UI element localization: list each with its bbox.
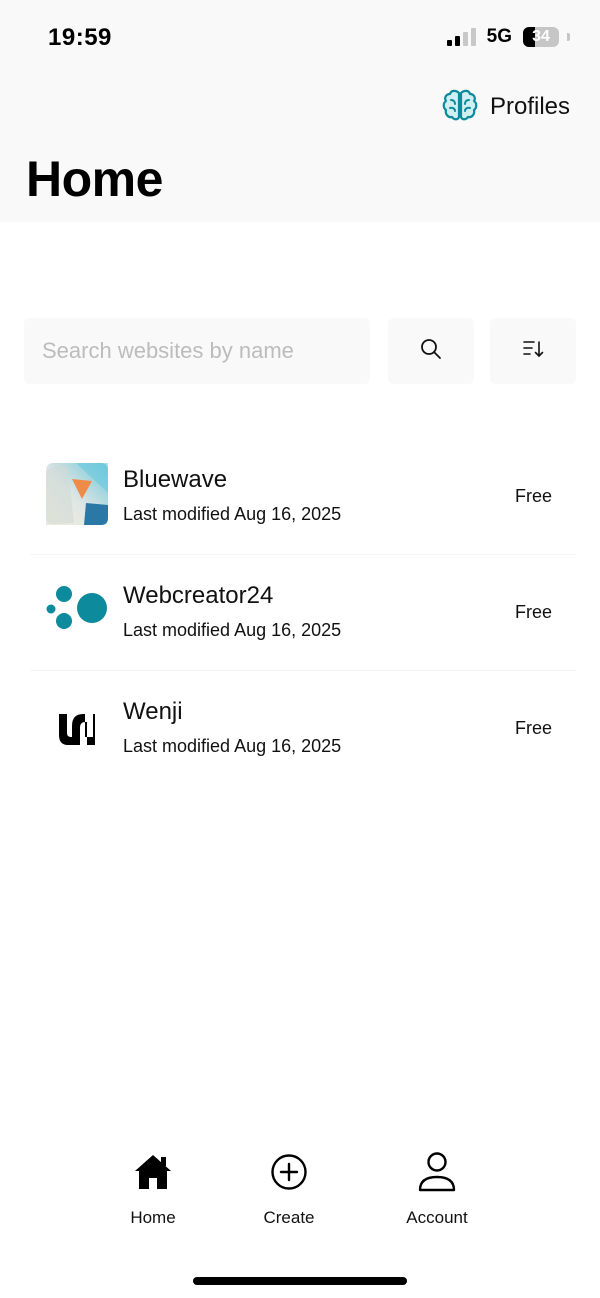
battery-level: 34 bbox=[532, 28, 550, 45]
nav-create[interactable]: Create bbox=[248, 1150, 330, 1228]
webcreator24-logo bbox=[46, 579, 108, 641]
search-button[interactable] bbox=[388, 318, 474, 384]
nav-home-label: Home bbox=[130, 1208, 176, 1227]
website-plan: Free bbox=[514, 486, 552, 506]
signal-icon bbox=[446, 28, 476, 46]
user-icon bbox=[415, 1150, 459, 1194]
nav-create-label: Create bbox=[263, 1208, 315, 1227]
page-header: Profiles Home bbox=[0, 76, 600, 222]
website-name: Bluewave bbox=[123, 466, 228, 493]
battery-cap bbox=[567, 33, 570, 41]
website-modified-date: Last modified Aug 16, 2025 bbox=[123, 736, 342, 756]
website-list: Bluewave Last modified Aug 16, 2025 Free… bbox=[0, 438, 600, 786]
network-type: 5G bbox=[486, 26, 512, 47]
nav-account-label: Account bbox=[406, 1208, 468, 1227]
website-name: Wenji bbox=[123, 698, 183, 725]
plus-circle-icon bbox=[267, 1150, 311, 1194]
status-bar: 19:59 5G 34 bbox=[0, 0, 600, 76]
website-row-bluewave[interactable]: Bluewave Last modified Aug 16, 2025 Free bbox=[0, 438, 600, 554]
website-modified-date: Last modified Aug 16, 2025 bbox=[123, 620, 342, 640]
nav-home[interactable]: Home bbox=[112, 1150, 194, 1228]
home-indicator bbox=[193, 1277, 407, 1285]
status-time: 19:59 bbox=[48, 24, 112, 51]
website-row-webcreator24[interactable]: Webcreator24 Last modified Aug 16, 2025 … bbox=[0, 554, 600, 670]
bluewave-logo bbox=[46, 463, 108, 525]
home-screen: 19:59 5G 34 Profiles Home Search website… bbox=[0, 0, 600, 1298]
search-icon bbox=[420, 338, 442, 365]
website-modified-date: Last modified Aug 16, 2025 bbox=[123, 504, 342, 524]
brain-icon bbox=[442, 89, 478, 126]
page-title: Home bbox=[26, 151, 163, 207]
website-plan: Free bbox=[514, 718, 552, 738]
sort-icon bbox=[522, 339, 544, 364]
profiles-label: Profiles bbox=[489, 93, 570, 120]
website-row-wenji[interactable]: Wenji Last modified Aug 16, 2025 Free bbox=[0, 670, 600, 786]
status-indicators: 5G 34 bbox=[446, 26, 570, 48]
search-input[interactable] bbox=[24, 318, 370, 384]
sort-button[interactable] bbox=[490, 318, 576, 384]
home-icon bbox=[131, 1150, 175, 1194]
battery-icon: 34 bbox=[523, 27, 559, 47]
website-name: Webcreator24 bbox=[123, 582, 274, 609]
website-plan: Free bbox=[514, 602, 552, 622]
bottom-nav: Home Create Account bbox=[0, 1150, 600, 1240]
profiles-button[interactable]: Profiles bbox=[442, 88, 570, 126]
nav-account[interactable]: Account bbox=[394, 1150, 480, 1228]
wenji-logo bbox=[46, 695, 108, 757]
